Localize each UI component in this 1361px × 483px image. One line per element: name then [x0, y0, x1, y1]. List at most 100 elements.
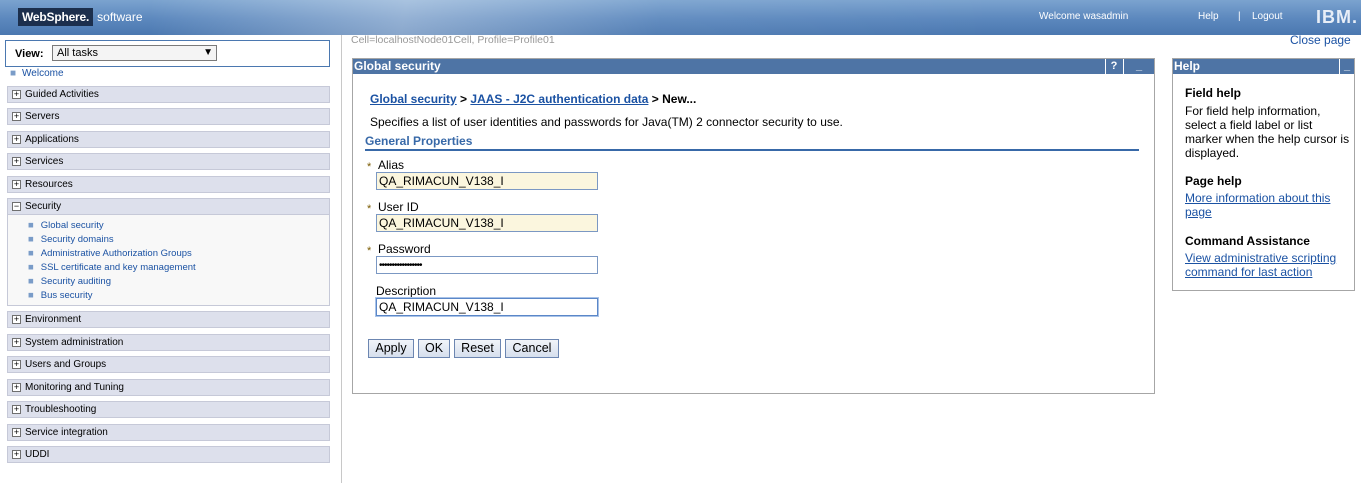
bullet-icon: ■ [28, 290, 34, 301]
page-description: Specifies a list of user identities and … [370, 115, 843, 129]
alias-label[interactable]: Alias [378, 158, 404, 172]
panel-header: Global security ? _ [353, 59, 1154, 74]
description-label[interactable]: Description [376, 284, 436, 298]
expand-icon: + [12, 89, 21, 99]
nav-group-service-integration[interactable]: + Service integration [7, 424, 330, 441]
bullet-icon: ■ [28, 262, 34, 273]
nav-group-servers[interactable]: + Servers [7, 108, 330, 125]
global-security-panel: Global security ? _ Global security > JA… [352, 58, 1155, 394]
nav-group-guided-activities[interactable]: + Guided Activities [7, 86, 330, 103]
help-panel: Help _ Field help For field help informa… [1172, 58, 1355, 291]
close-page-link[interactable]: Close page [1290, 33, 1351, 47]
field-help-title: Field help [1185, 86, 1242, 100]
nav-group-label: Users and Groups [25, 359, 107, 370]
expand-icon: + [12, 404, 21, 414]
reset-button[interactable]: Reset [454, 339, 501, 358]
expand-icon: + [12, 382, 21, 392]
nav-group-troubleshooting[interactable]: + Troubleshooting [7, 401, 330, 418]
cell-profile-info: Cell=localhostNode01Cell, Profile=Profil… [351, 34, 555, 46]
minimize-icon[interactable]: _ [1339, 59, 1354, 74]
nav-group-label: Service integration [25, 427, 108, 438]
sidebar-item-label: Bus security [40, 290, 93, 301]
nav-group-monitoring-and-tuning[interactable]: + Monitoring and Tuning [7, 379, 330, 396]
cancel-button[interactable]: Cancel [505, 339, 559, 358]
sidebar-item-label: Security auditing [40, 276, 111, 287]
help-question-icon[interactable]: ? [1105, 59, 1122, 74]
nav-group-label: Monitoring and Tuning [25, 382, 124, 393]
sidebar-item-label: Administrative Authorization Groups [40, 248, 192, 259]
breadcrumb-separator: > [456, 92, 471, 106]
bullet-icon: ■ [28, 248, 34, 259]
password-label[interactable]: Password [378, 242, 431, 256]
breadcrumb-jaas-j2c[interactable]: JAAS - J2C authentication data [470, 92, 648, 106]
nav-group-label: Troubleshooting [25, 404, 97, 415]
sidebar-item-label: SSL certificate and key management [40, 262, 196, 273]
help-panel-title: Help [1174, 59, 1201, 73]
sidebar-item-label: Security domains [40, 234, 114, 245]
collapse-icon: − [12, 201, 21, 211]
sidebar-item-bus-security[interactable]: ■ Bus security [28, 290, 93, 301]
nav-group-system-administration[interactable]: + System administration [7, 334, 330, 351]
sidebar-item-label: Global security [40, 220, 104, 231]
userid-field[interactable] [376, 214, 598, 232]
page-help-link[interactable]: More information about this page [1185, 191, 1350, 219]
expand-icon: + [12, 314, 21, 324]
bullet-icon: ■ [28, 220, 34, 231]
expand-icon: + [12, 337, 21, 347]
expand-icon: + [12, 359, 21, 369]
brand-name: WebSphere. [18, 8, 94, 26]
view-select-value: All tasks [57, 47, 98, 59]
nav-group-label: Servers [25, 111, 60, 122]
top-banner: WebSphere. software Welcome wasadmin Hel… [0, 0, 1361, 35]
nav-item-welcome[interactable]: ■ Welcome [10, 68, 64, 79]
ok-button[interactable]: OK [418, 339, 450, 358]
nav-group-security[interactable]: − Security [7, 198, 330, 215]
brand-suffix: software [97, 10, 143, 24]
nav-group-label: Security [25, 201, 62, 212]
expand-icon: + [12, 179, 21, 189]
nav-group-uddi[interactable]: + UDDI [7, 446, 330, 463]
nav-group-resources[interactable]: + Resources [7, 176, 330, 193]
minimize-icon[interactable]: _ [1123, 59, 1154, 74]
view-select[interactable]: All tasks ▼ [52, 45, 217, 61]
sidebar-item-admin-authorization-groups[interactable]: ■ Administrative Authorization Groups [28, 248, 192, 259]
nav-group-environment[interactable]: + Environment [7, 311, 330, 328]
sidebar-item-security-auditing[interactable]: ■ Security auditing [28, 276, 111, 287]
websphere-logo: WebSphere. software [18, 8, 143, 26]
required-icon: * [367, 203, 372, 215]
breadcrumb-current: > New... [648, 92, 697, 106]
nav-group-applications[interactable]: + Applications [7, 131, 330, 148]
sidebar-item-global-security[interactable]: ■ Global security [28, 220, 104, 231]
command-assistance-link[interactable]: View administrative scripting command fo… [1185, 251, 1350, 279]
command-assistance-title: Command Assistance [1185, 234, 1310, 248]
nav-group-label: UDDI [25, 449, 50, 460]
alias-field[interactable] [376, 172, 598, 190]
bullet-icon: ■ [10, 68, 17, 79]
nav-item-welcome-label: Welcome [22, 68, 64, 79]
section-title: General Properties [365, 134, 473, 148]
navigation-tree: View: All tasks ▼ ■ Welcome + Guided Acti… [0, 35, 342, 483]
section-divider [365, 149, 1139, 151]
expand-icon: + [12, 449, 21, 459]
sidebar-item-security-domains[interactable]: ■ Security domains [28, 234, 114, 245]
password-field[interactable] [376, 256, 598, 274]
help-panel-header: Help _ [1173, 59, 1354, 74]
header-help-link[interactable]: Help [1198, 11, 1219, 22]
nav-group-users-and-groups[interactable]: + Users and Groups [7, 356, 330, 373]
sidebar-item-ssl-certificate[interactable]: ■ SSL certificate and key management [28, 262, 196, 273]
bullet-icon: ■ [28, 234, 34, 245]
description-field[interactable] [376, 298, 598, 316]
required-icon: * [367, 161, 372, 173]
breadcrumb-global-security[interactable]: Global security [370, 92, 457, 106]
expand-icon: + [12, 134, 21, 144]
panel-title: Global security [354, 59, 441, 73]
nav-group-label: System administration [25, 337, 124, 348]
expand-icon: + [12, 111, 21, 121]
nav-group-services[interactable]: + Services [7, 153, 330, 170]
nav-group-label: Guided Activities [25, 89, 99, 100]
nav-group-label: Services [25, 156, 64, 167]
logout-link[interactable]: Logout [1252, 11, 1283, 22]
header-separator: | [1238, 11, 1241, 22]
userid-label[interactable]: User ID [378, 200, 419, 214]
apply-button[interactable]: Apply [368, 339, 414, 358]
